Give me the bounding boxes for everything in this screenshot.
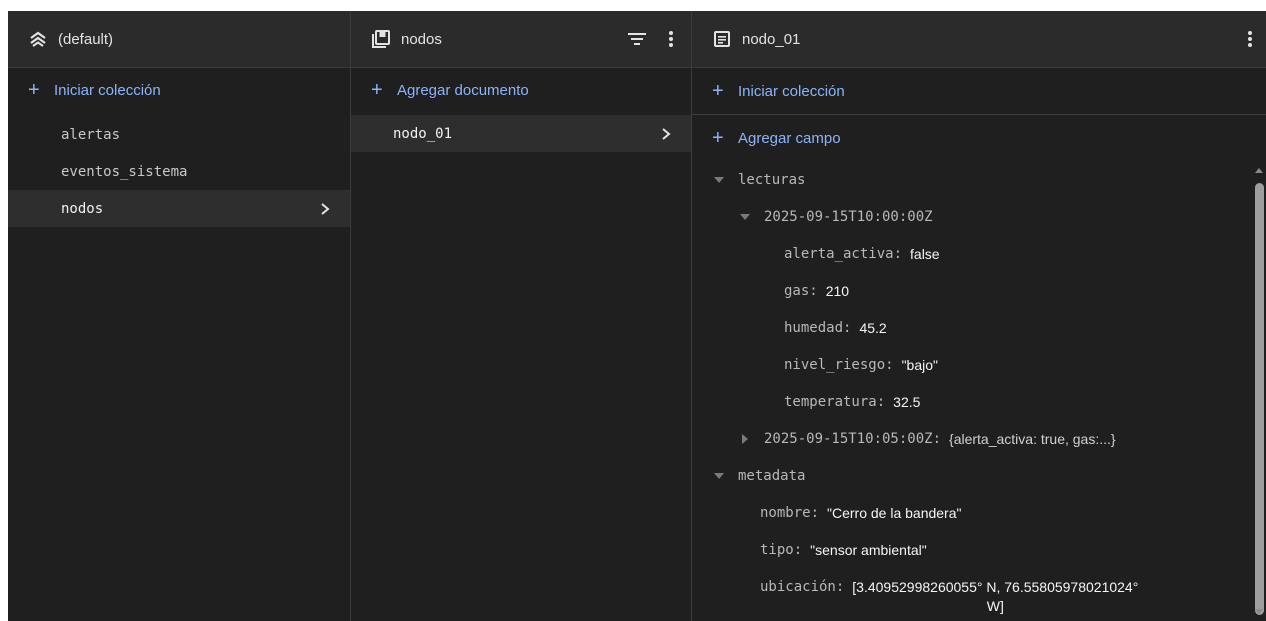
field-nivel-riesgo[interactable]: nivel_riesgo: "bajo" [784,357,938,373]
field-value: 210 [825,283,850,299]
field-value: [3.40952998260055° N, 76.55805978021024° [852,579,1139,595]
collection-icon [371,29,391,49]
document-label: nodo_01 [393,125,453,142]
document-panel: nodo_01 + Iniciar colección + Agregar ca… [692,11,1266,621]
collection-item-eventos-sistema[interactable]: eventos_sistema [8,153,350,190]
field-key: temperatura: [784,394,886,410]
start-collection-label: Iniciar colección [54,81,161,99]
collection-panel-header: nodos [351,11,691,68]
field-value: "sensor ambiental" [810,542,927,558]
expand-right-icon[interactable] [740,434,750,444]
document-panel-header: nodo_01 [692,11,1266,68]
field-value-cont: W] [986,598,1004,614]
field-key: ubicación: [760,579,845,595]
root-title: (default) [58,30,114,48]
field-humedad[interactable]: humedad: 45.2 [784,320,887,336]
expand-down-icon[interactable] [714,471,724,481]
more-vert-icon[interactable] [659,27,683,51]
plus-icon: + [371,79,383,101]
add-field-label: Agregar campo [738,129,841,147]
field-nombre[interactable]: nombre: "Cerro de la bandera" [760,505,961,521]
scroll-down-icon[interactable] [1255,609,1263,614]
field-temperatura[interactable]: temperatura: 32.5 [784,394,920,410]
document-title: nodo_01 [742,30,801,48]
field-lecturas[interactable]: lecturas [714,172,805,188]
field-key: 2025-09-15T10:05:00Z: [764,431,942,447]
field-ts2[interactable]: 2025-09-15T10:05:00Z: {alerta_activa: tr… [740,431,1116,447]
field-value: false [910,246,940,262]
field-alerta-activa[interactable]: alerta_activa: false [784,246,940,262]
field-metadata[interactable]: metadata [714,468,805,484]
field-gas[interactable]: gas: 210 [784,283,849,299]
field-key: nombre: [760,505,820,521]
field-key: metadata [738,468,806,484]
field-ubicacion[interactable]: ubicación: [3.40952998260055° N, 76.5580… [760,579,1138,614]
root-panel-header: (default) [8,11,350,68]
field-value: 45.2 [859,320,887,336]
field-key: gas: [784,283,818,299]
collection-label: eventos_sistema [61,163,188,180]
add-document-label: Agregar documento [397,81,529,99]
start-collection-button[interactable]: + Iniciar colección [8,68,350,112]
field-key: alerta_activa: [784,246,903,262]
field-value: "Cerro de la bandera" [827,505,962,521]
field-key: tipo: [760,542,803,558]
filter-icon[interactable] [625,27,649,51]
collection-panel: nodos + Agregar documento nodo_01 [351,11,692,621]
collection-label: nodos [61,200,104,217]
field-ts1[interactable]: 2025-09-15T10:00:00Z [740,209,933,225]
start-subcollection-button[interactable]: + Iniciar colección [692,68,1266,115]
plus-icon: + [712,127,724,149]
add-field-button[interactable]: + Agregar campo [692,115,1266,161]
field-key: humedad: [784,320,852,336]
expand-down-icon[interactable] [714,175,724,185]
add-document-button[interactable]: + Agregar documento [351,68,691,112]
field-value: 32.5 [893,394,921,410]
collection-label: alertas [61,126,121,143]
document-icon [712,29,732,49]
plus-icon: + [712,80,724,102]
field-tipo[interactable]: tipo: "sensor ambiental" [760,542,927,558]
collection-item-alertas[interactable]: alertas [8,116,350,153]
expand-down-icon[interactable] [740,212,750,222]
field-key: lecturas [738,172,806,188]
collection-item-nodos[interactable]: nodos [8,190,350,227]
database-icon [28,29,48,49]
scrollbar-thumb[interactable] [1255,183,1264,615]
document-item-nodo-01[interactable]: nodo_01 [351,115,691,152]
firestore-explorer: (default) + Iniciar colección alertas ev… [8,11,1266,621]
field-value: "bajo" [901,357,938,373]
start-subcollection-label: Iniciar colección [738,82,845,100]
plus-icon: + [28,79,40,101]
chevron-right-icon [318,202,332,216]
root-panel: (default) + Iniciar colección alertas ev… [8,11,351,621]
more-vert-icon[interactable] [1238,27,1262,51]
chevron-right-icon [659,127,673,141]
collection-title: nodos [401,30,442,48]
scroll-up-icon[interactable] [1255,168,1263,173]
field-key: 2025-09-15T10:00:00Z [764,209,933,225]
field-key: nivel_riesgo: [784,357,894,373]
field-value: {alerta_activa: true, gas:...} [949,431,1116,447]
